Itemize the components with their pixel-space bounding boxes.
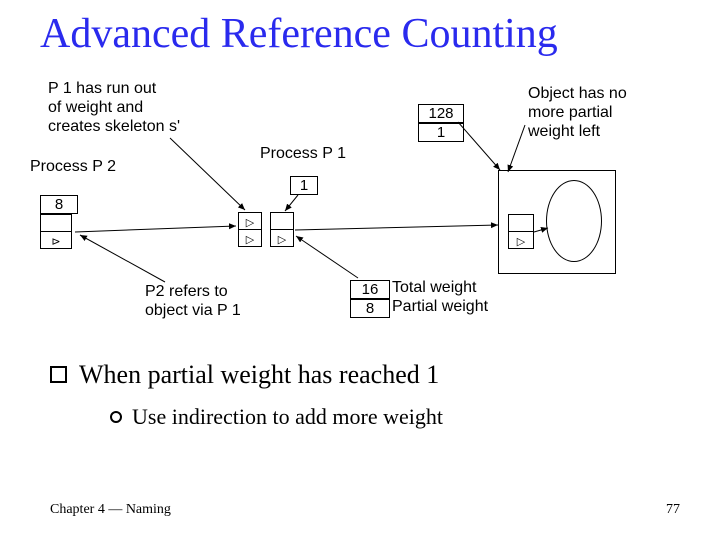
label-partial-weight: Partial weight	[392, 298, 488, 317]
below-total-16: 16	[350, 280, 390, 299]
annotation-p2-refers: P2 refers toobject via P 1	[145, 283, 295, 321]
below-partial-8: 8	[350, 299, 390, 318]
annotation-object-no-weight: Object has nomore partialweight left	[528, 85, 688, 142]
p2-stack-row: ⊳	[41, 231, 71, 248]
page-number: 77	[666, 502, 680, 518]
obj-stack-row	[509, 215, 533, 231]
p1-stack-row	[271, 213, 293, 229]
skeleton-row: ▷	[239, 229, 261, 246]
label-process-p1: Process P 1	[260, 145, 346, 163]
obj-stack-row: ▷	[509, 231, 533, 248]
skeleton-row: ▷	[239, 213, 261, 229]
bullet-square-icon	[50, 366, 67, 383]
bullet-sub: Use indirection to add more weight	[110, 404, 443, 430]
p2-stack-row	[41, 215, 71, 231]
bullet-main: When partial weight has reached 1	[50, 360, 439, 390]
p1-weight-box: 1	[290, 176, 318, 195]
object-oval	[546, 180, 602, 262]
label-process-p2: Process P 2	[30, 158, 116, 176]
slide-title: Advanced Reference Counting	[40, 10, 700, 58]
p2-weight-box: 8	[40, 195, 78, 214]
total-128: 128	[418, 104, 464, 123]
bullet-circle-icon	[110, 411, 122, 423]
label-total-weight: Total weight	[392, 279, 477, 298]
p1-stack-row: ▷	[271, 229, 293, 246]
partial-1: 1	[418, 123, 464, 142]
annotation-p1-runout: P 1 has run outof weight andcreates skel…	[48, 80, 216, 137]
footer-chapter: Chapter 4 — Naming	[50, 502, 171, 518]
